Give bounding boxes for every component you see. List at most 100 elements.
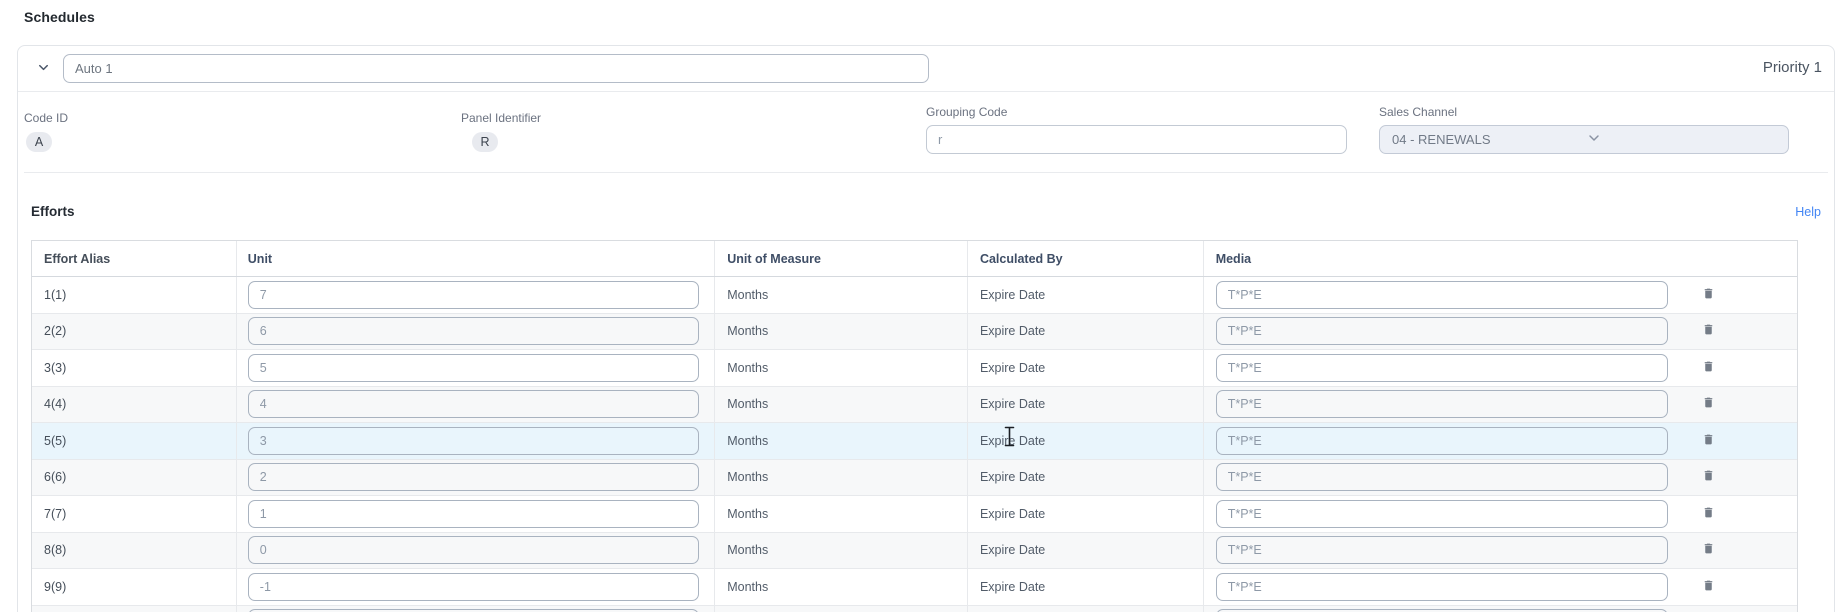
trash-icon: [1702, 578, 1715, 596]
effort-alias-value: 2(2): [44, 324, 66, 338]
panel-identifier-label: Panel Identifier: [461, 111, 541, 125]
schedule-fields: Code ID A Panel Identifier R Grouping Co…: [24, 92, 1828, 173]
delete-row-button[interactable]: [1702, 395, 1715, 413]
unit-input[interactable]: [248, 427, 699, 455]
table-row: 3(3) Months Expire Date: [32, 350, 1797, 387]
grouping-code-field: Grouping Code: [926, 105, 1347, 154]
trash-icon: [1702, 505, 1715, 523]
code-id-badge: A: [26, 132, 52, 152]
calculated-by-value: Expire Date: [980, 543, 1045, 557]
trash-icon: [1702, 432, 1715, 450]
delete-row-button[interactable]: [1702, 541, 1715, 559]
calculated-by-value: Expire Date: [980, 507, 1045, 521]
media-input[interactable]: [1216, 573, 1668, 601]
efforts-title: Efforts: [31, 204, 75, 219]
trash-icon: [1702, 322, 1715, 340]
media-input[interactable]: [1216, 390, 1668, 418]
unit-input[interactable]: [248, 390, 699, 418]
efforts-section: Efforts Help Effort Alias Unit Unit of M…: [18, 204, 1834, 612]
efforts-table: Effort Alias Unit Unit of Measure Calcul…: [31, 240, 1798, 612]
delete-row-button[interactable]: [1702, 432, 1715, 450]
effort-alias-value: 4(4): [44, 397, 66, 411]
unit-of-measure-value: Months: [727, 324, 768, 338]
priority-label: Priority 1: [1763, 59, 1822, 76]
grouping-code-input[interactable]: [926, 125, 1347, 154]
table-row: 5(5) Months Expire Date: [32, 423, 1797, 460]
table-row: 2(2) Months Expire Date: [32, 314, 1797, 351]
chevron-down-icon: [36, 60, 51, 78]
table-row: 8(8) Months Expire Date: [32, 533, 1797, 570]
media-input[interactable]: [1216, 427, 1668, 455]
effort-alias-value: 1(1): [44, 288, 66, 302]
calculated-by-value: Expire Date: [980, 361, 1045, 375]
sales-channel-value: 04 - RENEWALS: [1392, 132, 1586, 147]
effort-alias-value: 5(5): [44, 434, 66, 448]
collapse-panel-button[interactable]: [31, 57, 55, 81]
trash-icon: [1702, 395, 1715, 413]
media-input[interactable]: [1216, 281, 1668, 309]
column-header-effort-alias: Effort Alias: [32, 241, 237, 276]
unit-input[interactable]: [248, 463, 699, 491]
unit-input[interactable]: [248, 317, 699, 345]
efforts-table-body: 1(1) Months Expire Date 2(2) Months: [32, 277, 1797, 612]
unit-input[interactable]: [248, 500, 699, 528]
trash-icon: [1702, 468, 1715, 486]
delete-row-button[interactable]: [1702, 578, 1715, 596]
unit-of-measure-value: Months: [727, 288, 768, 302]
table-row: 1(1) Months Expire Date: [32, 277, 1797, 314]
chevron-down-icon: [1586, 130, 1780, 149]
efforts-table-header: Effort Alias Unit Unit of Measure Calcul…: [32, 241, 1797, 277]
unit-input[interactable]: [248, 281, 699, 309]
unit-of-measure-value: Months: [727, 397, 768, 411]
calculated-by-value: Expire Date: [980, 288, 1045, 302]
column-header-unit-of-measure: Unit of Measure: [715, 241, 968, 276]
page-title: Schedules: [24, 9, 95, 25]
media-input[interactable]: [1216, 317, 1668, 345]
calculated-by-value: Expire Date: [980, 324, 1045, 338]
schedule-name-input[interactable]: [63, 54, 929, 83]
unit-input[interactable]: [248, 573, 699, 601]
table-row: [32, 606, 1797, 612]
table-row: 7(7) Months Expire Date: [32, 496, 1797, 533]
delete-row-button[interactable]: [1702, 468, 1715, 486]
table-row: 6(6) Months Expire Date: [32, 460, 1797, 497]
delete-row-button[interactable]: [1702, 286, 1715, 304]
code-id-field: Code ID A: [24, 111, 68, 152]
code-id-label: Code ID: [24, 111, 68, 125]
help-link[interactable]: Help: [1795, 205, 1821, 219]
delete-row-button[interactable]: [1702, 505, 1715, 523]
trash-icon: [1702, 359, 1715, 377]
effort-alias-value: 7(7): [44, 507, 66, 521]
unit-input[interactable]: [248, 536, 699, 564]
delete-row-button[interactable]: [1702, 359, 1715, 377]
panel-identifier-badge: R: [472, 132, 498, 152]
grouping-code-label: Grouping Code: [926, 105, 1347, 119]
media-input[interactable]: [1216, 463, 1668, 491]
calculated-by-value: Expire Date: [980, 580, 1045, 594]
panel-identifier-field: Panel Identifier R: [461, 111, 541, 152]
table-row: 9(9) Months Expire Date: [32, 569, 1797, 606]
unit-of-measure-value: Months: [727, 580, 768, 594]
sales-channel-label: Sales Channel: [1379, 105, 1789, 119]
unit-of-measure-value: Months: [727, 361, 768, 375]
unit-of-measure-value: Months: [727, 434, 768, 448]
unit-of-measure-value: Months: [727, 470, 768, 484]
effort-alias-value: 9(9): [44, 580, 66, 594]
column-header-calculated-by: Calculated By: [968, 241, 1204, 276]
effort-alias-value: 3(3): [44, 361, 66, 375]
trash-icon: [1702, 286, 1715, 304]
calculated-by-value: Expire Date: [980, 397, 1045, 411]
media-input[interactable]: [1216, 536, 1668, 564]
unit-of-measure-value: Months: [727, 543, 768, 557]
delete-row-button[interactable]: [1702, 322, 1715, 340]
table-row: 4(4) Months Expire Date: [32, 387, 1797, 424]
unit-input[interactable]: [248, 354, 699, 382]
schedule-panel: Priority 1 Code ID A Panel Identifier R …: [17, 45, 1835, 612]
sales-channel-select[interactable]: 04 - RENEWALS: [1379, 125, 1789, 154]
effort-alias-value: 8(8): [44, 543, 66, 557]
column-header-media: Media: [1204, 241, 1797, 276]
schedule-panel-header: Priority 1: [18, 46, 1834, 92]
media-input[interactable]: [1216, 354, 1668, 382]
media-input[interactable]: [1216, 500, 1668, 528]
trash-icon: [1702, 541, 1715, 559]
